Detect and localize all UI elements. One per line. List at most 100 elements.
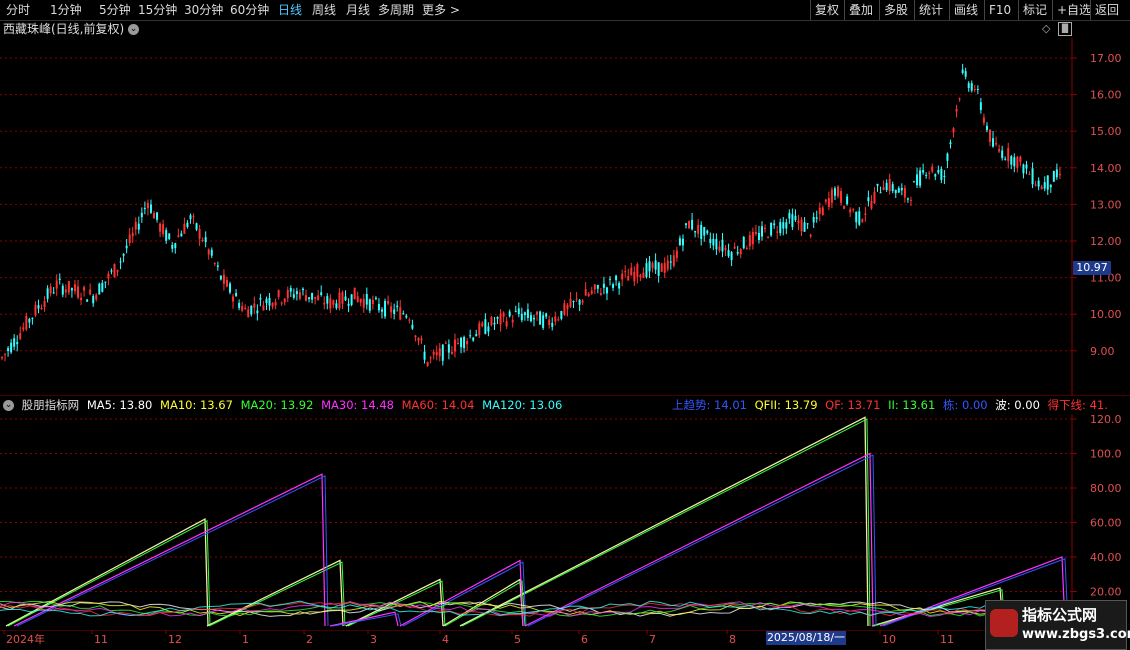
candle-down [517,308,520,315]
candle-down [374,297,377,300]
candle-up [1019,156,1022,162]
period-tab-daily[interactable]: 日线 [278,2,302,18]
candle-up [1058,173,1061,176]
candle-down [833,188,836,196]
candle-down [210,249,213,256]
candle-down [815,217,818,219]
indicator-y-tick-label: 100.0 [1090,448,1122,461]
candle-up [754,231,757,234]
candle-up [146,202,149,209]
period-tab-monthly[interactable]: 月线 [346,2,370,18]
restore-rights-button[interactable]: 复权 [810,0,843,20]
mark-button[interactable]: 标记 [1018,0,1051,20]
candle-up [49,286,52,294]
f10-button[interactable]: F10 [984,0,1015,20]
trend-ramp-line [402,561,527,627]
candle-down [335,303,338,309]
candle-up [19,333,22,339]
candle-down [572,300,575,302]
candle-down [98,283,101,295]
candle-up [998,149,1001,152]
candle-down [669,261,672,263]
period-tab-multi[interactable]: 多周期 [378,2,414,18]
candle-down [1055,169,1058,178]
candle-up [1,357,3,359]
candle-down [70,288,73,291]
candle-up [767,237,770,239]
candle-up [593,284,596,290]
x-tick-label: 1 [242,633,249,646]
panel-toggle-icon[interactable]: █ [1058,22,1072,36]
statistics-button[interactable]: 统计 [914,0,947,20]
candle-up [153,213,155,219]
candle-up [399,307,402,320]
candle-up [332,300,335,305]
back-button[interactable]: 返回 [1090,0,1123,20]
chevron-down-icon[interactable]: ⌄ [128,24,140,35]
candle-up [426,362,429,366]
diamond-icon[interactable]: ◇ [1042,22,1050,35]
candle-down [1043,182,1046,189]
candle-up [745,247,748,250]
x-tick-label: 11 [94,633,108,646]
candle-down [216,265,219,267]
candle-up [435,352,438,356]
ma30-label: MA30: 14.48 [321,398,394,412]
candle-up [67,281,70,293]
candle-down [545,313,548,317]
candle-down [295,291,298,295]
candle-down [140,212,143,218]
candle-down [411,324,414,329]
candle-up [666,260,669,270]
candle-down [976,88,979,90]
candle-up [888,178,891,192]
candle-up [621,273,624,280]
period-tab-fenshi[interactable]: 分时 [6,2,30,18]
candle-up [201,239,204,242]
multi-stock-button[interactable]: 多股 [879,0,912,20]
candle-down [712,238,715,246]
candle-up [362,298,365,308]
candle-down [447,344,450,353]
candle-down [785,222,788,229]
indicator-chart[interactable]: 120.0 100.0 80.00 60.00 40.00 20.00 [0,414,1130,630]
candle-up [207,249,210,255]
period-tab-weekly[interactable]: 周线 [312,2,336,18]
candle-down [514,310,517,312]
candle-down [770,223,773,236]
candle-up [25,315,28,330]
period-tab-1min[interactable]: 1分钟 [50,2,82,18]
candle-up [630,267,633,276]
candle-down [846,196,849,205]
period-tab-15min[interactable]: 15分钟 [138,2,177,18]
candle-up [371,299,374,305]
add-watchlist-button[interactable]: +自选 [1052,0,1095,20]
candle-up [232,296,235,302]
candle-up [490,317,493,326]
candle-down [618,283,621,289]
candle-up [341,292,344,304]
candle-down [906,198,909,200]
period-tab-5min[interactable]: 5分钟 [99,2,131,18]
period-tab-30min[interactable]: 30分钟 [184,2,223,18]
indicator-header-right: 上趋势: 14.01 QFII: 13.79 QF: 13.71 II: 13.… [672,397,1112,414]
candle-up [861,219,864,222]
draw-line-button[interactable]: 画线 [949,0,982,20]
candle-up [429,357,432,359]
period-tab-more[interactable]: 更多 > [422,2,460,18]
overlay-button[interactable]: 叠加 [844,0,877,20]
chevron-down-icon[interactable]: ⌄ [3,400,14,411]
candle-down [393,309,396,314]
candle-up [581,300,584,303]
candle-down [602,283,605,288]
candle-up [982,117,985,123]
candle-up [314,296,317,299]
candlestick-chart[interactable]: 17.0016.0015.0014.0013.0012.0011.0010.00… [0,38,1130,396]
x-tick-label: 11 [940,633,954,646]
candle-up [4,353,7,355]
candle-up [283,298,286,303]
candle-up [989,129,991,142]
indicator-y-tick-label: 80.00 [1090,482,1122,495]
period-tab-60min[interactable]: 60分钟 [230,2,269,18]
chart-title-row: 西藏珠峰(日线,前复权) ⌄ [3,21,140,38]
